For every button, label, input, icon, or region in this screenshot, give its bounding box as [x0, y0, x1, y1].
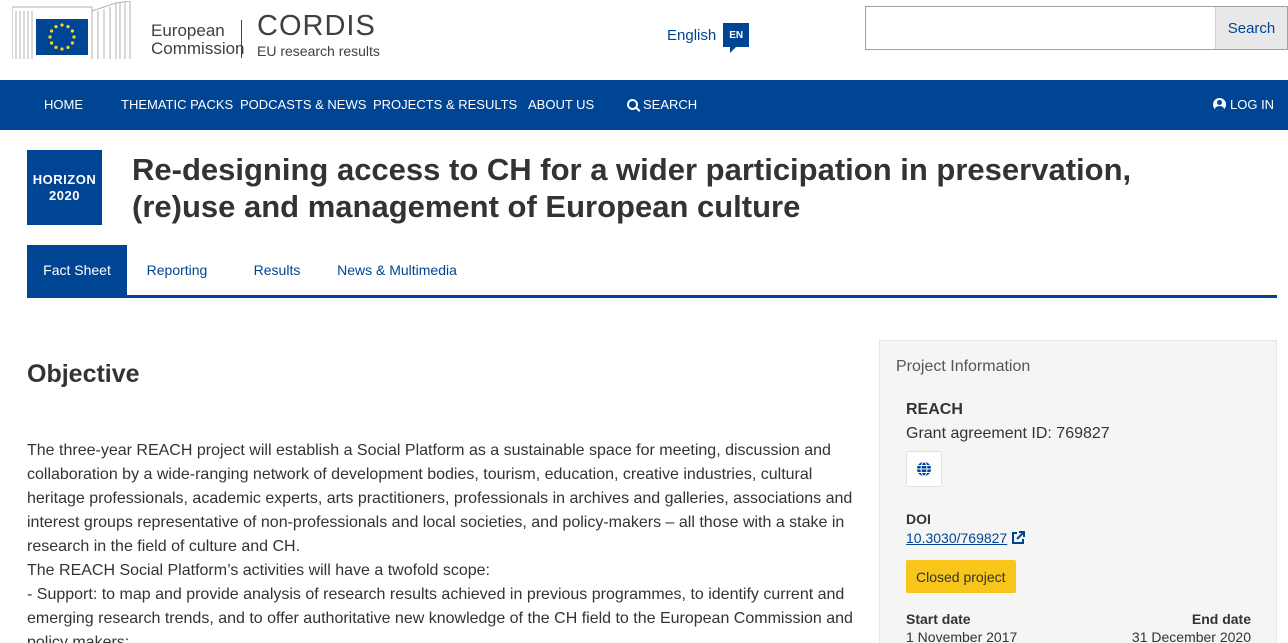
panel-title: Project Information: [896, 358, 1031, 375]
site-search: Search: [865, 6, 1288, 50]
objective-paragraph: The REACH Social Platform’s activities w…: [27, 562, 490, 579]
grant-agreement-id: Grant agreement ID: 769827: [906, 425, 1110, 442]
search-input[interactable]: [866, 7, 1215, 49]
site-header: European Commission CORDIS EU research r…: [0, 0, 1288, 80]
objective-paragraph: - Support: to map and provide analysis o…: [27, 586, 853, 643]
search-button[interactable]: Search: [1215, 7, 1287, 49]
language-selector[interactable]: English EN: [667, 23, 750, 53]
ec-logo-graphic: [12, 1, 132, 59]
objective-paragraph: The three-year REACH project will establ…: [27, 442, 853, 555]
tab-results[interactable]: Results: [227, 245, 327, 295]
eu-flag-icon: [36, 19, 88, 55]
nav-item-thematic-packs[interactable]: THEMATIC PACKS: [121, 97, 233, 112]
programme-line2: 2020: [49, 187, 80, 203]
nav-item-login[interactable]: LOG IN: [1213, 97, 1274, 112]
nav-item-about-us[interactable]: ABOUT US: [528, 97, 594, 112]
tab-fact-sheet[interactable]: Fact Sheet: [27, 245, 127, 295]
start-date-value: 1 November 2017: [906, 629, 1018, 643]
site-title[interactable]: CORDIS: [257, 10, 376, 43]
doi-label: DOI: [906, 511, 931, 527]
nav-search-label: SEARCH: [643, 97, 698, 112]
project-information-panel: Project Information REACH Grant agreemen…: [879, 340, 1277, 643]
nav-item-podcasts-news[interactable]: PODCASTS & NEWS: [240, 97, 366, 112]
objective-text: The three-year REACH project will establ…: [27, 439, 857, 643]
european-commission-logo[interactable]: European Commission: [12, 0, 245, 60]
site-subtitle: EU research results: [257, 43, 380, 59]
doi-link[interactable]: 10.3030/769827: [906, 530, 1026, 546]
nav-item-projects-results[interactable]: PROJECTS & RESULTS: [373, 97, 517, 112]
page-title: Re-designing access to CH for a wider pa…: [132, 152, 1132, 224]
ec-name-line1: European: [151, 21, 225, 40]
project-website-button[interactable]: [906, 451, 942, 487]
objective-heading: Objective: [27, 360, 140, 388]
doi-value[interactable]: 10.3030/769827: [906, 530, 1007, 546]
search-icon: [627, 99, 638, 110]
status-badge: Closed project: [906, 560, 1016, 593]
project-tabs: Fact Sheet Reporting Results News & Mult…: [27, 245, 1277, 298]
project-acronym: REACH: [906, 401, 963, 418]
external-link-icon: [1012, 531, 1026, 544]
end-date-label: End date: [1191, 611, 1251, 627]
tab-reporting[interactable]: Reporting: [127, 245, 227, 295]
header-divider: [241, 20, 242, 58]
start-date-label: Start date: [906, 611, 971, 627]
programme-line1: HORIZON: [32, 171, 97, 187]
ec-name: European Commission: [151, 22, 245, 58]
ec-name-line2: Commission: [151, 39, 245, 58]
user-icon: [1213, 98, 1226, 111]
end-date-value: 31 December 2020: [1131, 629, 1251, 643]
nav-login-label: LOG IN: [1230, 97, 1275, 112]
globe-icon: [917, 461, 931, 477]
main-nav: HOME THEMATIC PACKS PODCASTS & NEWS PROJ…: [0, 80, 1288, 130]
tab-news-multimedia[interactable]: News & Multimedia: [327, 245, 467, 295]
language-code-badge[interactable]: EN: [723, 23, 750, 53]
nav-item-search[interactable]: SEARCH: [627, 97, 697, 112]
language-label[interactable]: English: [667, 27, 716, 44]
nav-item-home[interactable]: HOME: [44, 97, 83, 112]
horizon-2020-badge: HORIZON 2020: [27, 150, 102, 225]
